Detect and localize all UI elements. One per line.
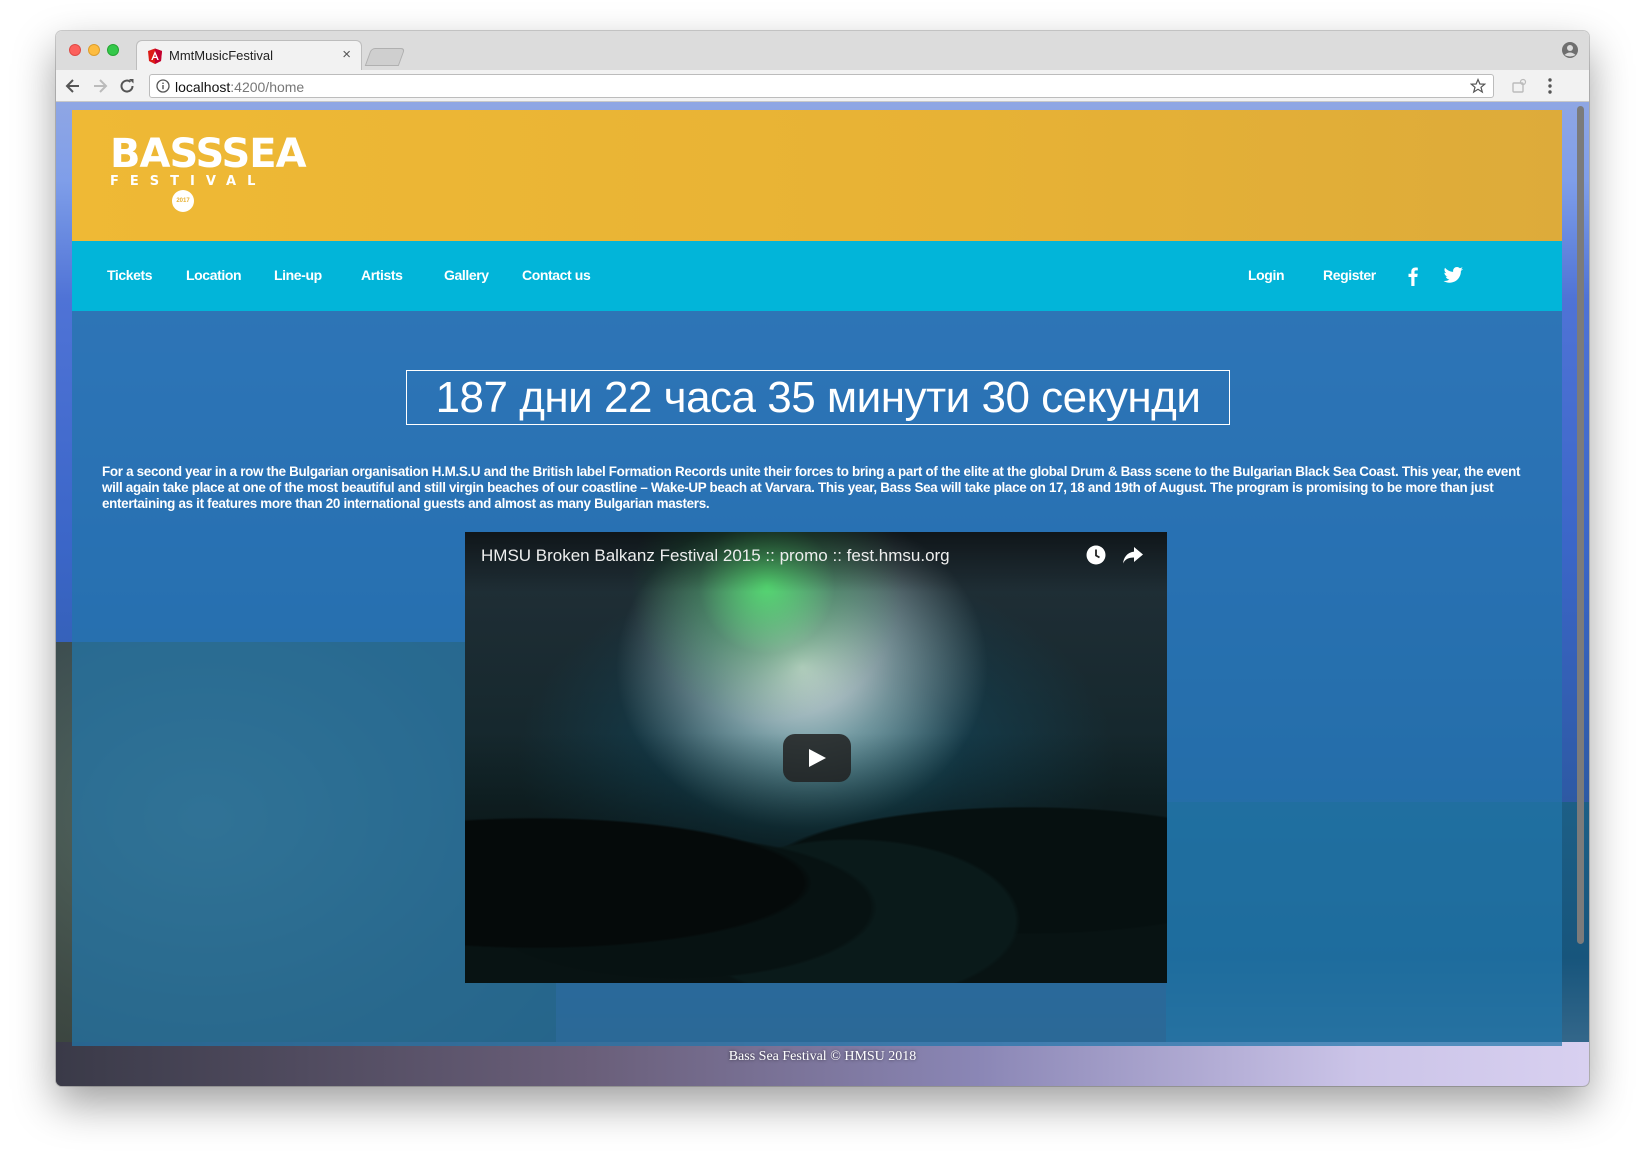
clock-icon[interactable]: [1085, 544, 1107, 566]
scrollbar-thumb[interactable]: [1577, 106, 1584, 944]
page-container: BASSSEA FESTIVAL 2017 Tickets Location L…: [72, 110, 1562, 1046]
logo-title: BASSSEA: [110, 131, 307, 177]
minimize-window-button[interactable]: [88, 44, 100, 56]
profile-icon[interactable]: [1561, 41, 1579, 59]
nav-location[interactable]: Location: [186, 267, 242, 283]
nav-tickets[interactable]: Tickets: [107, 267, 153, 283]
url-host: localhost: [175, 79, 231, 95]
address-bar[interactable]: localhost:4200/home: [149, 74, 1494, 98]
video-title[interactable]: HMSU Broken Balkanz Festival 2015 :: pro…: [481, 546, 950, 566]
tab-close-icon[interactable]: ×: [342, 46, 351, 63]
intro-paragraph: For a second year in a row the Bulgarian…: [102, 464, 1521, 512]
nav-artists[interactable]: Artists: [361, 267, 403, 283]
bookmark-star-icon[interactable]: [1470, 78, 1486, 94]
reload-icon[interactable]: [117, 76, 137, 96]
close-window-button[interactable]: [69, 44, 81, 56]
tab-strip: MmtMusicFestival ×: [56, 31, 1589, 71]
url-text: localhost:4200/home: [175, 79, 304, 95]
share-icon[interactable]: [1122, 545, 1144, 565]
play-icon: [809, 749, 826, 767]
browser-toolbar: localhost:4200/home: [56, 70, 1589, 102]
nav-login[interactable]: Login: [1248, 267, 1285, 283]
browser-tab[interactable]: MmtMusicFestival ×: [136, 40, 362, 71]
angular-icon: [148, 48, 162, 64]
site-header: BASSSEA FESTIVAL 2017: [72, 110, 1562, 241]
browser-window: MmtMusicFestival × localhost:4200/home B…: [56, 31, 1589, 1086]
maximize-window-button[interactable]: [107, 44, 119, 56]
play-button[interactable]: [783, 734, 851, 782]
main-nav: Tickets Location Line-up Artists Gallery…: [72, 241, 1562, 311]
tab-title: MmtMusicFestival: [169, 48, 274, 63]
countdown-timer: 187 дни 22 часа 35 минути 30 секунди: [406, 370, 1230, 425]
logo-subtitle: FESTIVAL: [110, 174, 267, 189]
site-footer: Bass Sea Festival © HMSU 2018: [728, 1049, 917, 1064]
nav-line-up[interactable]: Line-up: [274, 267, 322, 283]
forward-arrow-icon[interactable]: [90, 76, 110, 96]
info-icon[interactable]: [156, 79, 170, 93]
facebook-icon[interactable]: [1402, 265, 1424, 287]
twitter-icon[interactable]: [1442, 265, 1464, 287]
logo-year-badge: 2017: [172, 190, 194, 212]
site-logo[interactable]: BASSSEA FESTIVAL 2017: [110, 132, 307, 222]
nav-register[interactable]: Register: [1323, 267, 1376, 283]
nav-contact-us[interactable]: Contact us: [522, 267, 591, 283]
video-embed[interactable]: HMSU Broken Balkanz Festival 2015 :: pro…: [465, 532, 1167, 983]
back-arrow-icon[interactable]: [63, 76, 83, 96]
main-content: 187 дни 22 часа 35 минути 30 секунди For…: [72, 311, 1562, 1046]
nav-gallery[interactable]: Gallery: [444, 267, 489, 283]
new-tab-button[interactable]: [364, 48, 406, 66]
page-viewport: BASSSEA FESTIVAL 2017 Tickets Location L…: [56, 102, 1589, 1086]
extension-icon[interactable]: [1511, 78, 1527, 94]
browser-menu-icon[interactable]: [1547, 77, 1553, 95]
url-path: :4200/home: [230, 79, 305, 95]
